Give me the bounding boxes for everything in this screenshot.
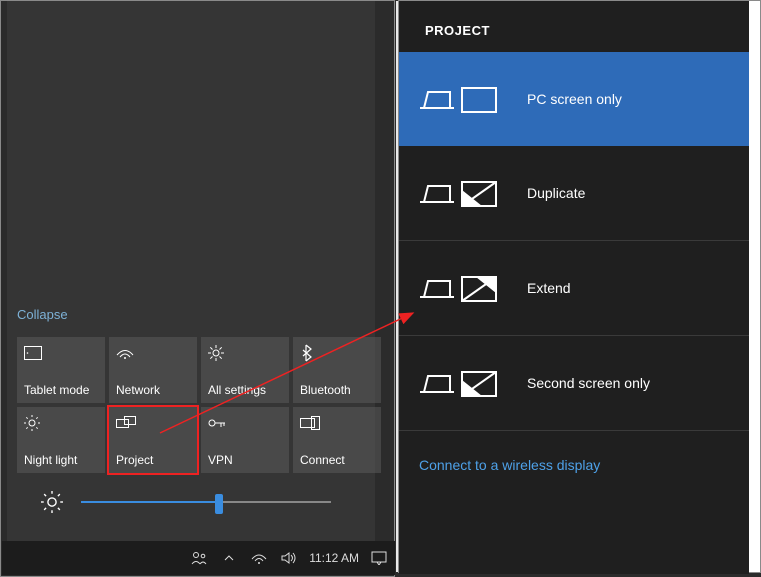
notifications-tray-icon[interactable]: [369, 548, 389, 568]
tile-network[interactable]: Network: [109, 337, 197, 403]
vpn-icon: [208, 413, 282, 433]
brightness-icon: [24, 413, 98, 433]
project-option-second-screen-only[interactable]: Second screen only: [399, 336, 749, 431]
people-tray-icon[interactable]: [189, 548, 209, 568]
project-option-label: PC screen only: [527, 91, 622, 107]
project-option-label: Duplicate: [527, 185, 585, 201]
pc-screen-only-icon: [419, 82, 499, 116]
tile-night-light[interactable]: Night light: [17, 407, 105, 473]
extend-icon: [419, 271, 499, 305]
tile-label: Network: [116, 383, 190, 397]
brightness-slider-row: [41, 491, 331, 513]
connect-icon: [300, 413, 374, 433]
project-panel-title: PROJECT: [399, 1, 749, 52]
brightness-slider[interactable]: [81, 501, 331, 503]
tile-label: Tablet mode: [24, 383, 98, 397]
tile-all-settings[interactable]: All settings: [201, 337, 289, 403]
tile-label: Project: [116, 453, 190, 467]
tile-bluetooth[interactable]: Bluetooth: [293, 337, 381, 403]
project-option-label: Extend: [527, 280, 571, 296]
right-panel: PROJECT PC screen only Duplicate: [398, 0, 761, 573]
tile-label: Bluetooth: [300, 383, 374, 397]
gear-icon: [208, 343, 282, 363]
left-panel: Collapse Tablet mode Network All setting…: [0, 0, 395, 577]
project-option-duplicate[interactable]: Duplicate: [399, 146, 749, 241]
tile-tablet-mode[interactable]: Tablet mode: [17, 337, 105, 403]
tile-connect[interactable]: Connect: [293, 407, 381, 473]
action-center-panel: Collapse Tablet mode Network All setting…: [7, 1, 375, 542]
brightness-icon: [41, 491, 63, 513]
project-option-label: Second screen only: [527, 375, 650, 391]
bluetooth-icon: [300, 343, 374, 363]
tile-project[interactable]: Project: [109, 407, 197, 473]
tile-vpn[interactable]: VPN: [201, 407, 289, 473]
tablet-icon: [24, 343, 98, 363]
tile-label: Connect: [300, 453, 374, 467]
project-option-extend[interactable]: Extend: [399, 241, 749, 336]
tile-label: Night light: [24, 453, 98, 467]
quick-action-tiles: Tablet mode Network All settings Bluetoo…: [17, 337, 381, 473]
project-flyout: PROJECT PC screen only Duplicate: [399, 1, 749, 574]
tray-chevron-up-icon[interactable]: [219, 548, 239, 568]
taskbar-clock[interactable]: 11:12 AM: [309, 551, 359, 565]
tile-label: VPN: [208, 453, 282, 467]
taskbar: 11:12 AM: [2, 541, 395, 575]
duplicate-icon: [419, 176, 499, 210]
project-icon: [116, 413, 190, 433]
collapse-link[interactable]: Collapse: [17, 307, 68, 322]
volume-tray-icon[interactable]: [279, 548, 299, 568]
second-screen-only-icon: [419, 366, 499, 400]
wifi-tray-icon[interactable]: [249, 548, 269, 568]
project-option-pc-screen-only[interactable]: PC screen only: [399, 52, 749, 146]
tile-label: All settings: [208, 383, 282, 397]
connect-wireless-display-link[interactable]: Connect to a wireless display: [399, 431, 749, 499]
brightness-slider-thumb[interactable]: [215, 494, 223, 514]
wifi-icon: [116, 343, 190, 363]
